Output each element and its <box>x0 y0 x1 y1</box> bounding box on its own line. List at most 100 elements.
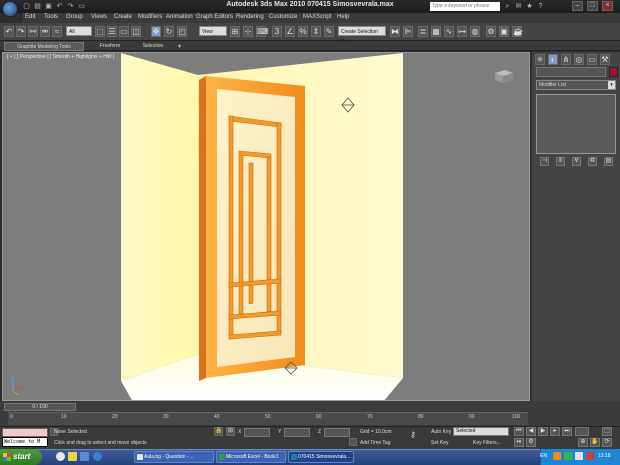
tab-freeform[interactable]: Freeform <box>90 42 130 51</box>
quick-launch-media-icon[interactable] <box>93 452 102 461</box>
align-icon[interactable]: ⊫ <box>403 26 413 37</box>
ribbon-minimize-icon[interactable]: ▾ <box>178 43 186 50</box>
spinner-snap-icon[interactable]: ⇕ <box>311 26 321 37</box>
maxscript-listener-input[interactable]: Welcome to M <box>2 437 48 447</box>
modifier-stack[interactable] <box>536 94 616 154</box>
show-end-result-icon[interactable]: Ⅱ <box>556 157 565 166</box>
keyboard-shortcut-icon[interactable]: ⌨ <box>256 26 269 37</box>
key-mode-toggle-icon[interactable]: ⏯ <box>514 438 524 447</box>
key-mode-icon[interactable]: ⚷ <box>410 430 416 439</box>
menu-edit[interactable]: Edit <box>25 14 35 20</box>
tab-graphite-modeling-tools[interactable]: Graphite Modeling Tools <box>4 42 84 51</box>
quick-launch-desktop-icon[interactable] <box>80 452 89 461</box>
menu-rendering[interactable]: Rendering <box>236 14 264 20</box>
utilities-panel-icon[interactable]: ⚒ <box>600 54 610 65</box>
rectangular-selection-icon[interactable]: ▭ <box>119 26 129 37</box>
menu-modifiers[interactable]: Modifiers <box>138 14 162 20</box>
tray-icon-1[interactable] <box>553 452 561 460</box>
menu-help[interactable]: Help <box>337 14 349 20</box>
taskbar-item[interactable]: Aula.bg - Question - ... <box>134 451 214 463</box>
configure-sets-icon[interactable]: ▤ <box>604 157 613 166</box>
key-filters-button[interactable]: Key Filters... <box>473 440 501 446</box>
set-key-button[interactable]: Set Key <box>431 440 449 446</box>
maximize-viewport-icon[interactable]: ⬚ <box>602 427 612 436</box>
close-button[interactable]: × <box>602 1 613 11</box>
taskbar-item[interactable]: Microsoft Excel - Book1 <box>216 451 286 463</box>
layer-manager-icon[interactable]: ≣ <box>418 26 428 37</box>
hierarchy-panel-icon[interactable]: ⋔ <box>561 54 571 65</box>
modifier-list-dropdown[interactable]: Modifier List ▾ <box>536 80 616 90</box>
taskbar-item[interactable]: 070415 Simosvevrala... <box>288 451 354 463</box>
menu-customize[interactable]: Customize <box>269 14 297 20</box>
minimize-button[interactable]: – <box>572 1 583 11</box>
select-by-name-icon[interactable]: ☰ <box>107 26 117 37</box>
window-crossing-icon[interactable]: ◫ <box>131 26 141 37</box>
play-icon[interactable]: ▶ <box>538 427 548 436</box>
display-panel-icon[interactable]: ▭ <box>587 54 597 65</box>
y-coordinate-field[interactable] <box>284 428 310 437</box>
language-indicator[interactable]: EN <box>540 453 547 459</box>
save-file-icon[interactable]: ▣ <box>44 2 53 11</box>
menu-maxscript[interactable]: MAXScript <box>303 14 331 20</box>
quick-render-icon[interactable]: ☕ <box>512 26 523 37</box>
menu-animation[interactable]: Animation <box>166 14 193 20</box>
viewport-label[interactable]: [ + ] [ Perspective ] [ Smooth + Highlig… <box>7 54 114 60</box>
snaps-toggle-icon[interactable]: 3 <box>272 26 282 37</box>
time-tag-icon[interactable] <box>349 438 357 446</box>
perspective-viewport[interactable]: [ + ] [ Perspective ] [ Smooth + Highlig… <box>2 52 530 401</box>
z-coordinate-field[interactable] <box>324 428 350 437</box>
pan-icon[interactable]: ✋ <box>590 438 600 447</box>
undo-icon[interactable]: ↶ <box>4 26 14 37</box>
named-selection-dropdown[interactable]: Create Selection Se <box>338 26 386 45</box>
project-folder-icon[interactable]: ▭ <box>77 2 86 11</box>
communication-center-icon[interactable]: ✉ <box>514 2 523 11</box>
select-link-icon[interactable]: ⚯ <box>28 26 38 37</box>
quick-launch-browser-icon[interactable] <box>56 452 65 461</box>
tray-icon-2[interactable] <box>564 452 572 460</box>
menu-group[interactable]: Group <box>66 14 83 20</box>
time-slider[interactable]: 0 / 100 <box>4 403 76 411</box>
x-coordinate-field[interactable] <box>244 428 270 437</box>
current-frame-field[interactable] <box>575 427 589 436</box>
undo-icon[interactable]: ↶ <box>55 2 64 11</box>
pin-stack-icon[interactable]: ⊣ <box>540 157 549 166</box>
redo-icon[interactable]: ↷ <box>66 2 75 11</box>
clock[interactable]: 13:18 <box>598 453 611 459</box>
auto-key-button[interactable]: Auto Key <box>431 429 451 435</box>
object-color-swatch[interactable] <box>609 67 618 77</box>
motion-panel-icon[interactable]: ◎ <box>574 54 584 65</box>
quick-launch-folder-icon[interactable] <box>68 452 77 461</box>
bind-space-warp-icon[interactable]: ≈ <box>52 26 62 37</box>
pivot-center-icon[interactable]: ⊞ <box>230 26 240 37</box>
rotate-icon[interactable]: ↻ <box>164 26 174 37</box>
remove-modifier-icon[interactable]: ♻ <box>588 157 597 166</box>
viewcube[interactable] <box>491 67 515 85</box>
curve-editor-icon[interactable]: ∿ <box>444 26 454 37</box>
search-input[interactable]: Type a keyword or phrase <box>430 2 500 11</box>
rendered-frame-window-icon[interactable]: ▣ <box>499 26 509 37</box>
key-selection-dropdown[interactable]: Selected <box>453 427 509 436</box>
tray-icon-3[interactable] <box>575 452 583 460</box>
select-object-icon[interactable]: ⬚ <box>95 26 105 37</box>
make-unique-icon[interactable]: ∀ <box>572 157 581 166</box>
open-file-icon[interactable]: ▤ <box>33 2 42 11</box>
mirror-icon[interactable]: ⧓ <box>390 26 400 37</box>
move-icon[interactable]: ✥ <box>151 26 161 37</box>
redo-icon[interactable]: ↷ <box>16 26 26 37</box>
create-panel-icon[interactable]: ✳ <box>535 54 545 65</box>
percent-snap-icon[interactable]: % <box>298 26 308 37</box>
menu-create[interactable]: Create <box>114 14 132 20</box>
graphite-toggle-icon[interactable]: ▦ <box>431 26 441 37</box>
modify-panel-icon[interactable]: ◐ <box>548 54 558 65</box>
scale-icon[interactable]: ◰ <box>177 26 187 37</box>
schematic-view-icon[interactable]: ⊶ <box>457 26 467 37</box>
angle-snap-icon[interactable]: ∠ <box>285 26 295 37</box>
object-name-field[interactable] <box>536 67 606 77</box>
select-manipulate-icon[interactable]: ⊹ <box>243 26 253 37</box>
application-button[interactable] <box>2 1 18 17</box>
help-icon[interactable]: ? <box>536 2 545 11</box>
next-frame-icon[interactable]: ▸ <box>550 427 560 436</box>
zoom-icon[interactable]: ⊕ <box>578 438 588 447</box>
time-config-icon[interactable]: ⚙ <box>526 438 536 447</box>
orbit-icon[interactable]: ⟳ <box>602 438 612 447</box>
